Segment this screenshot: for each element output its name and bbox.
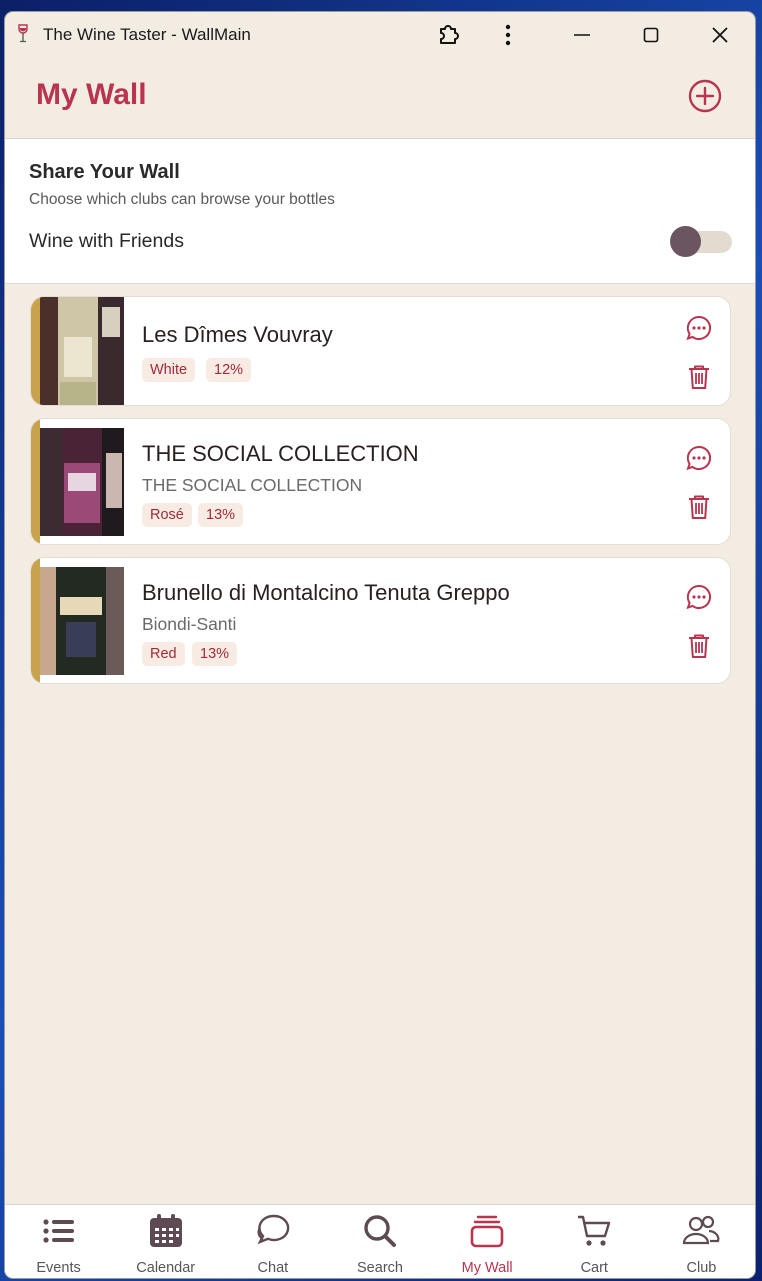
trash-icon[interactable] (685, 493, 713, 521)
bottle-photo (40, 567, 124, 675)
nav-item-club[interactable]: Club (648, 1205, 755, 1278)
maximize-button[interactable] (635, 20, 667, 50)
wine-name: THE SOCIAL COLLECTION (142, 441, 419, 466)
wine-type-chip: Rosé (142, 503, 192, 527)
wine-name: Les Dîmes Vouvray (142, 322, 333, 347)
trash-icon[interactable] (685, 363, 713, 391)
wall-icon (470, 1215, 504, 1248)
wine-card[interactable]: Les Dîmes Vouvray White 12% (30, 296, 731, 406)
wine-producer: Biondi-Santi (142, 614, 237, 634)
chat-icon (257, 1214, 290, 1245)
club-icon (683, 1215, 720, 1245)
minimize-button[interactable] (566, 20, 598, 50)
comment-icon[interactable] (685, 444, 713, 472)
nav-item-calendar[interactable]: Calendar (112, 1205, 219, 1278)
card-stripe (31, 419, 40, 544)
cart-icon (578, 1215, 611, 1246)
nav-item-chat[interactable]: Chat (219, 1205, 326, 1278)
wine-card[interactable]: THE SOCIAL COLLECTION THE SOCIAL COLLECT… (30, 418, 731, 545)
bottle-photo (40, 428, 124, 536)
comment-icon[interactable] (685, 583, 713, 611)
toggle-knob (670, 226, 701, 257)
nav-item-search[interactable]: Search (326, 1205, 433, 1278)
close-button[interactable] (704, 20, 736, 50)
wine-card[interactable]: Brunello di Montalcino Tenuta Greppo Bio… (30, 557, 731, 684)
wine-glass-icon (18, 24, 28, 43)
abv-chip: 13% (198, 503, 244, 527)
card-stripe (31, 297, 40, 405)
share-subtitle: Choose which clubs can browse your bottl… (29, 191, 335, 208)
abv-chip: 12% (206, 358, 252, 382)
search-icon (364, 1215, 396, 1247)
bottle-photo (40, 297, 124, 405)
nav-label-calendar: Calendar (136, 1260, 196, 1276)
comment-icon[interactable] (685, 314, 713, 342)
trash-icon[interactable] (685, 632, 713, 660)
nav-label-chat: Chat (257, 1260, 289, 1276)
window-title: The Wine Taster - WallMain (43, 25, 251, 44)
extensions-button[interactable] (433, 20, 465, 50)
wine-type-chip: White (142, 358, 196, 382)
more-options-button[interactable] (492, 20, 524, 50)
wine-type-chip: Red (142, 642, 185, 666)
share-title: Share Your Wall (29, 161, 180, 183)
maximize-icon (643, 27, 659, 43)
page-header: My Wall (5, 58, 755, 139)
close-icon (712, 27, 728, 43)
add-wine-icon[interactable] (687, 78, 723, 114)
page-title: My Wall (36, 78, 147, 111)
nav-label-my-wall: My Wall (461, 1260, 513, 1276)
club-share-toggle[interactable] (670, 226, 732, 257)
nav-label-events: Events (36, 1260, 81, 1276)
more-vertical-icon (505, 24, 511, 46)
abv-chip: 13% (192, 642, 238, 666)
bottom-nav: Events Calendar Chat Search My Wall Cart… (5, 1204, 755, 1278)
nav-label-cart: Cart (580, 1260, 608, 1276)
card-stripe (31, 558, 40, 683)
nav-label-search: Search (357, 1260, 403, 1276)
nav-item-my-wall[interactable]: My Wall (434, 1205, 541, 1278)
nav-item-cart[interactable]: Cart (541, 1205, 648, 1278)
club-name: Wine with Friends (29, 230, 184, 252)
nav-item-events[interactable]: Events (5, 1205, 112, 1278)
minimize-icon (574, 34, 590, 36)
share-wall-panel: Share Your Wall Choose which clubs can b… (5, 139, 755, 284)
title-bar: The Wine Taster - WallMain (5, 12, 755, 58)
calendar-icon (149, 1214, 182, 1247)
puzzle-icon (440, 25, 459, 44)
nav-label-club: Club (686, 1260, 717, 1276)
app-window: The Wine Taster - WallMain My Wall Share… (5, 12, 755, 1278)
list-icon (42, 1219, 74, 1243)
wine-name: Brunello di Montalcino Tenuta Greppo (142, 580, 510, 605)
wine-producer: THE SOCIAL COLLECTION (142, 475, 363, 495)
